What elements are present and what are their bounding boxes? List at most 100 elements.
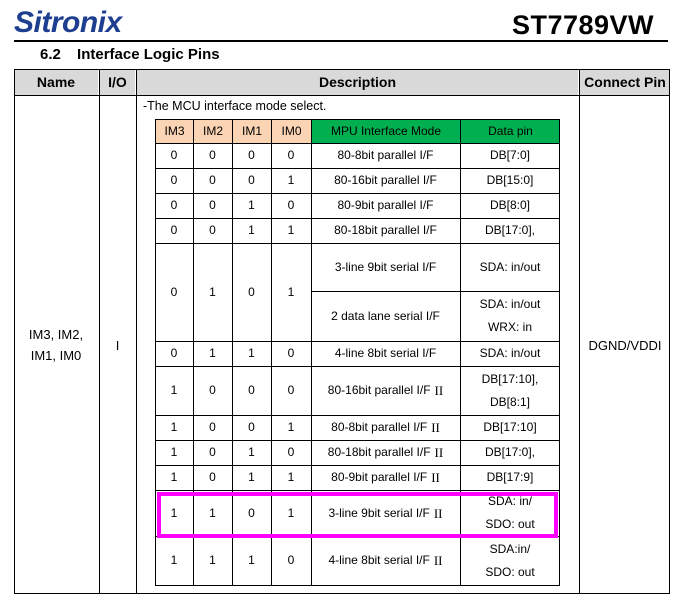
data-pin-cell: DB[17:0], [484, 223, 536, 237]
im-value: 0 [209, 470, 216, 484]
outer-left-border [14, 69, 15, 594]
description-intro: -The MCU interface mode select. [143, 99, 327, 113]
inner-row-line [155, 341, 560, 342]
im-value: 1 [287, 173, 295, 187]
im-value: 0 [170, 173, 178, 187]
im-value: 1 [170, 420, 178, 434]
mode-variant-mark: II [433, 553, 443, 568]
sitronix-logo: Sitronix [14, 6, 122, 39]
header-io: I/O [100, 69, 135, 95]
mode-label: 80-9bit parallel I/F [337, 198, 434, 212]
im-value: 0 [287, 383, 295, 397]
inner-row-line [155, 218, 560, 219]
inner-row-line [155, 585, 560, 586]
inner-row-line [155, 143, 560, 144]
im-value: 0 [287, 198, 295, 212]
inner-col-line [559, 119, 560, 585]
im-value: 0 [287, 445, 295, 459]
io-cell: I [115, 337, 120, 353]
mode-variant-mark: II [434, 383, 444, 398]
header-divider [14, 40, 668, 42]
im-value: 0 [209, 148, 216, 162]
inner-row-line [155, 193, 560, 194]
mode-cell: 4-line 8bit serial I/F II [311, 536, 460, 585]
pin-name-cell: IM3, IM2, IM1, IM0 [28, 327, 84, 363]
inner-row-line [311, 291, 560, 292]
im-value: 0 [209, 445, 216, 459]
im-value: 0 [209, 383, 216, 397]
mode-variant-mark: II [431, 420, 440, 435]
im-value: 0 [248, 148, 255, 162]
data-pin-cell: DB[8:0] [489, 198, 531, 212]
im-value: 1 [170, 470, 178, 484]
model-number: ST7789VW [511, 10, 654, 40]
data-pin-cell: SDA:in/ SDO: out [485, 541, 535, 579]
section-title: Interface Logic Pins [77, 46, 220, 63]
im-value: 1 [170, 383, 178, 397]
im-value: 0 [170, 346, 178, 360]
mode-cell: 2 data lane serial I/F [331, 308, 440, 323]
im-value: 0 [170, 198, 178, 212]
im-value: 0 [209, 420, 216, 434]
im-value: 1 [287, 223, 295, 237]
inner-row-line [155, 366, 560, 367]
im-value: 0 [287, 553, 295, 567]
outer-top-border [14, 69, 670, 70]
im-value: 1 [248, 470, 255, 484]
inner-row-line [155, 490, 560, 491]
inner-header-5: Data pin [461, 119, 560, 143]
header-connect-pin: Connect Pin [580, 69, 670, 95]
mode-cell: 80-18bit parallel I/F [311, 218, 460, 243]
mode-variant-mark: II [434, 445, 444, 460]
data-pin-cell: DB[17:9] [486, 470, 534, 484]
mode-cell: 3-line 9bit serial I/F [334, 259, 437, 274]
im-value: 1 [209, 346, 216, 360]
mode-cell: 80-8bit parallel I/F II [311, 415, 460, 440]
inner-row-line [155, 168, 560, 169]
data-pin-cell: SDA: in/out WRX: in [479, 297, 541, 334]
im-value: 0 [170, 223, 178, 237]
outer-col-divider [99, 69, 100, 594]
outer-col-divider [579, 69, 580, 594]
mode-label: 4-line 8bit serial I/F [328, 553, 430, 567]
im-value: 0 [248, 284, 255, 299]
im-value: 0 [170, 284, 178, 299]
inner-header-4: MPU Interface Mode [312, 119, 460, 143]
data-pin-cell: DB[15:0] [486, 173, 534, 187]
im-value: 0 [209, 223, 216, 237]
im-value: 1 [248, 223, 255, 237]
im-value: 0 [209, 198, 216, 212]
mode-label: 80-8bit parallel I/F [331, 420, 428, 434]
header-description: Description [137, 69, 578, 95]
connect-pin-cell: DGND/VDDI [588, 337, 662, 353]
im-value: 0 [209, 173, 216, 187]
mode-cell: 80-8bit parallel I/F [311, 143, 460, 168]
im-value: 1 [170, 553, 178, 567]
highlight-box [157, 492, 558, 538]
inner-col-line [155, 119, 156, 585]
inner-row-line [155, 243, 560, 244]
section-heading: 6.2 Interface Logic Pins [40, 46, 220, 63]
mode-cell: 80-18bit parallel I/F II [311, 440, 460, 465]
mode-cell: 80-16bit parallel I/F II [311, 366, 460, 415]
inner-row-line [155, 465, 560, 466]
mode-label: 80-18bit parallel I/F [327, 445, 431, 459]
im-value: 1 [287, 284, 295, 299]
inner-row-line [155, 440, 560, 441]
mode-cell: 80-9bit parallel I/F II [311, 465, 460, 490]
im-value: 0 [287, 346, 295, 360]
im-value: 1 [248, 198, 255, 212]
im-value: 1 [209, 284, 216, 299]
data-pin-cell: DB[17:0], [484, 445, 536, 459]
mode-cell: 80-9bit parallel I/F [311, 193, 460, 218]
inner-header-1: IM2 [194, 119, 232, 143]
outer-header-border [14, 95, 670, 96]
im-value: 1 [287, 470, 295, 484]
inner-row-line [155, 119, 560, 120]
im-value: 0 [248, 420, 255, 434]
im-value: 1 [248, 445, 255, 459]
section-number: 6.2 [40, 46, 61, 63]
im-value: 0 [248, 383, 255, 397]
inner-row-line [155, 415, 560, 416]
data-pin-cell: SDA: in/out [479, 259, 541, 274]
